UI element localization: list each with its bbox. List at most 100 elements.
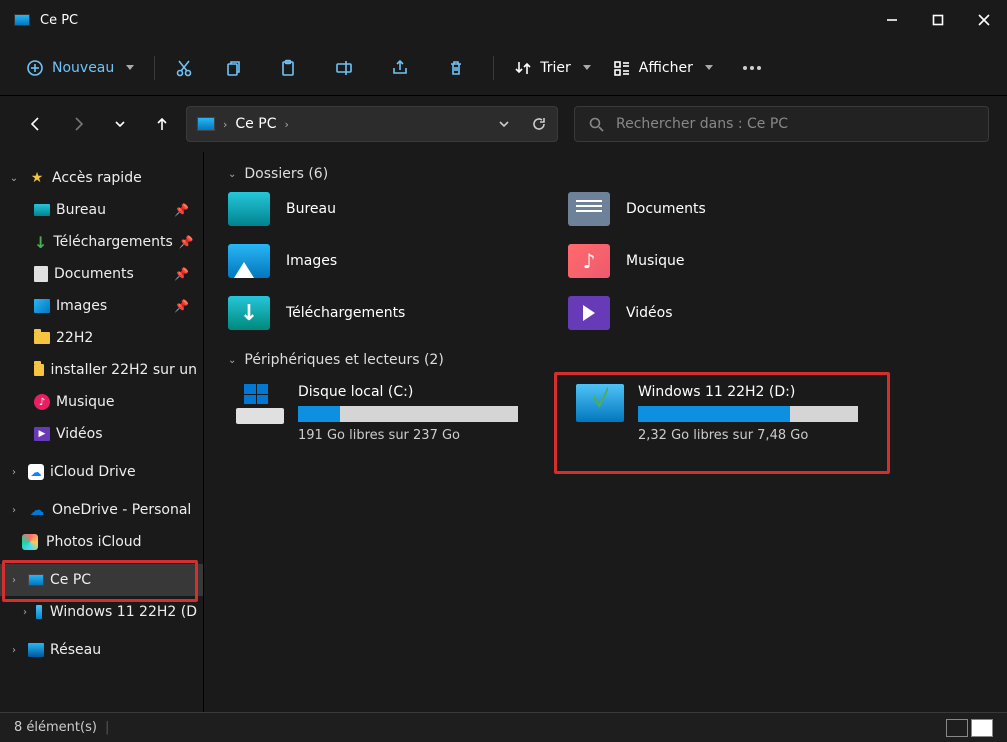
folder-bureau[interactable]: Bureau xyxy=(228,192,548,226)
drives-section: ⌄ Périphériques et lecteurs (2) Disque l… xyxy=(228,352,983,449)
folder-label: Documents xyxy=(626,201,706,217)
sidebar-item-telechargements[interactable]: ↓ Téléchargements 📌 xyxy=(0,226,203,258)
images-icon xyxy=(34,299,50,313)
titlebar: Ce PC xyxy=(0,0,1007,40)
sidebar-label: 22H2 xyxy=(56,330,93,346)
chevron-down-icon[interactable]: ⌄ xyxy=(228,355,236,366)
folders-header[interactable]: ⌄ Dossiers (6) xyxy=(228,166,983,182)
onedrive-icon: ☁ xyxy=(28,501,46,519)
photos-icon xyxy=(22,534,38,550)
chevron-down-icon[interactable] xyxy=(497,117,511,131)
app-icon xyxy=(14,14,30,26)
folder-label: Vidéos xyxy=(626,305,673,321)
sidebar: ⌄ ★ Accès rapide Bureau 📌 ↓ Téléchargeme… xyxy=(0,152,204,712)
folder-videos[interactable]: Vidéos xyxy=(568,296,888,330)
body: ⌄ ★ Accès rapide Bureau 📌 ↓ Téléchargeme… xyxy=(0,152,1007,712)
icloud-icon: ☁ xyxy=(28,464,44,480)
drive-d[interactable]: Windows 11 22H2 (D:) 2,32 Go libres sur … xyxy=(568,378,908,449)
folder-documents[interactable]: Documents xyxy=(568,192,888,226)
view-button[interactable]: Afficher xyxy=(605,50,721,86)
search-icon xyxy=(589,117,604,132)
chevron-right-icon[interactable]: › xyxy=(6,505,22,516)
recent-button[interactable] xyxy=(102,106,138,142)
folder-telechargements[interactable]: ↓ Téléchargements xyxy=(228,296,548,330)
sidebar-label: Téléchargements xyxy=(53,234,172,250)
drive-name: Disque local (C:) xyxy=(298,384,560,400)
network-icon xyxy=(28,643,44,657)
section-title: Périphériques et lecteurs (2) xyxy=(244,352,443,368)
sidebar-item-images[interactable]: Images 📌 xyxy=(0,290,203,322)
sidebar-item-onedrive[interactable]: › ☁ OneDrive - Personal xyxy=(0,494,203,526)
window-title: Ce PC xyxy=(40,13,869,28)
folder-musique[interactable]: ♪ Musique xyxy=(568,244,888,278)
pc-icon xyxy=(28,574,44,586)
folder-images[interactable]: Images xyxy=(228,244,548,278)
delete-button[interactable] xyxy=(431,50,481,86)
sidebar-item-22h2[interactable]: 22H2 xyxy=(0,322,203,354)
chevron-right-icon[interactable]: › xyxy=(6,467,22,478)
folder-label: Musique xyxy=(626,253,685,269)
chevron-right-icon: › xyxy=(223,118,227,131)
video-icon: ▶ xyxy=(34,427,50,441)
sort-button[interactable]: Trier xyxy=(506,50,599,86)
paste-button[interactable] xyxy=(263,50,313,86)
close-button[interactable] xyxy=(961,0,1007,40)
drive-free-text: 2,32 Go libres sur 7,48 Go xyxy=(638,428,900,443)
sidebar-item-cepc[interactable]: › Ce PC xyxy=(0,564,203,596)
cut-button[interactable] xyxy=(167,50,201,86)
rename-button[interactable] xyxy=(319,50,369,86)
chevron-right-icon[interactable]: › xyxy=(22,607,28,618)
sidebar-item-icloud[interactable]: › ☁ iCloud Drive xyxy=(0,456,203,488)
chevron-right-icon[interactable]: › xyxy=(6,575,22,586)
tiles-view-button[interactable] xyxy=(971,719,993,737)
refresh-icon[interactable] xyxy=(531,116,547,132)
desktop-icon xyxy=(34,204,50,216)
forward-button[interactable] xyxy=(60,106,96,142)
status-bar: 8 élément(s) | xyxy=(0,712,1007,742)
sidebar-item-photos[interactable]: Photos iCloud xyxy=(0,526,203,558)
chevron-right-icon[interactable]: › xyxy=(6,645,22,656)
more-button[interactable] xyxy=(727,50,777,86)
music-icon: ♪ xyxy=(34,394,50,410)
chevron-down-icon[interactable]: ⌄ xyxy=(6,173,22,184)
sidebar-item-documents[interactable]: Documents 📌 xyxy=(0,258,203,290)
share-button[interactable] xyxy=(375,50,425,86)
minimize-button[interactable] xyxy=(869,0,915,40)
document-icon xyxy=(34,266,48,282)
drive-usage-bar xyxy=(638,406,858,422)
new-button[interactable]: Nouveau xyxy=(18,50,142,86)
sidebar-item-musique[interactable]: ♪ Musique xyxy=(0,386,203,418)
address-bar[interactable]: › Ce PC › xyxy=(186,106,558,142)
folder-label: Téléchargements xyxy=(286,305,405,321)
folder-icon xyxy=(34,332,50,344)
folder-label: Bureau xyxy=(286,201,336,217)
chevron-right-icon: › xyxy=(284,118,288,131)
up-button[interactable] xyxy=(144,106,180,142)
sidebar-item-installer[interactable]: installer 22H2 sur un xyxy=(0,354,203,386)
search-placeholder: Rechercher dans : Ce PC xyxy=(616,116,788,132)
sort-label: Trier xyxy=(540,60,571,76)
folder-label: Images xyxy=(286,253,337,269)
breadcrumb-item[interactable]: Ce PC xyxy=(235,116,276,132)
sidebar-item-videos[interactable]: ▶ Vidéos xyxy=(0,418,203,450)
sidebar-label: Réseau xyxy=(50,642,101,658)
sidebar-quick-access[interactable]: ⌄ ★ Accès rapide xyxy=(0,162,203,194)
sidebar-item-reseau[interactable]: › Réseau xyxy=(0,634,203,666)
chevron-down-icon[interactable]: ⌄ xyxy=(228,169,236,180)
drives-header[interactable]: ⌄ Périphériques et lecteurs (2) xyxy=(228,352,983,368)
maximize-button[interactable] xyxy=(915,0,961,40)
sidebar-label: Bureau xyxy=(56,202,106,218)
drive-c[interactable]: Disque local (C:) 191 Go libres sur 237 … xyxy=(228,378,568,449)
chevron-down-icon xyxy=(583,65,591,70)
toolbar: Nouveau Trier Afficher xyxy=(0,40,1007,96)
sidebar-item-win11[interactable]: › Windows 11 22H2 (D xyxy=(0,596,203,628)
details-view-button[interactable] xyxy=(946,719,968,737)
sidebar-label: Images xyxy=(56,298,107,314)
copy-button[interactable] xyxy=(207,50,257,86)
desktop-icon xyxy=(228,192,270,226)
back-button[interactable] xyxy=(18,106,54,142)
folders-section: ⌄ Dossiers (6) Bureau Documents Images ♪ xyxy=(228,166,983,330)
pin-icon: 📌 xyxy=(174,203,197,217)
search-input[interactable]: Rechercher dans : Ce PC xyxy=(574,106,989,142)
sidebar-item-bureau[interactable]: Bureau 📌 xyxy=(0,194,203,226)
